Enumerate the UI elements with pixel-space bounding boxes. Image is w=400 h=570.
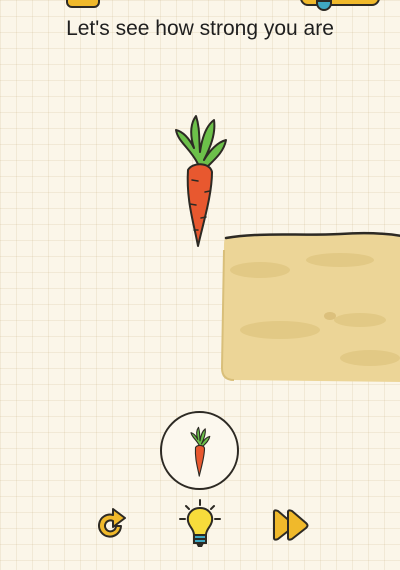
top-left-button-edge[interactable] <box>66 0 100 8</box>
inventory-slot[interactable] <box>160 411 239 490</box>
hay-bale <box>220 230 400 387</box>
hint-button[interactable] <box>178 498 222 555</box>
restart-icon <box>98 508 126 538</box>
fast-forward-icon <box>273 509 309 541</box>
lightbulb-icon <box>179 499 221 547</box>
restart-button[interactable] <box>91 506 129 549</box>
level-prompt: Let's see how strong you are <box>66 17 334 40</box>
skip-button[interactable] <box>270 508 312 547</box>
carrot-small-icon <box>190 426 211 477</box>
top-right-gem-edge <box>316 0 332 11</box>
top-right-bar-edge <box>300 0 380 6</box>
